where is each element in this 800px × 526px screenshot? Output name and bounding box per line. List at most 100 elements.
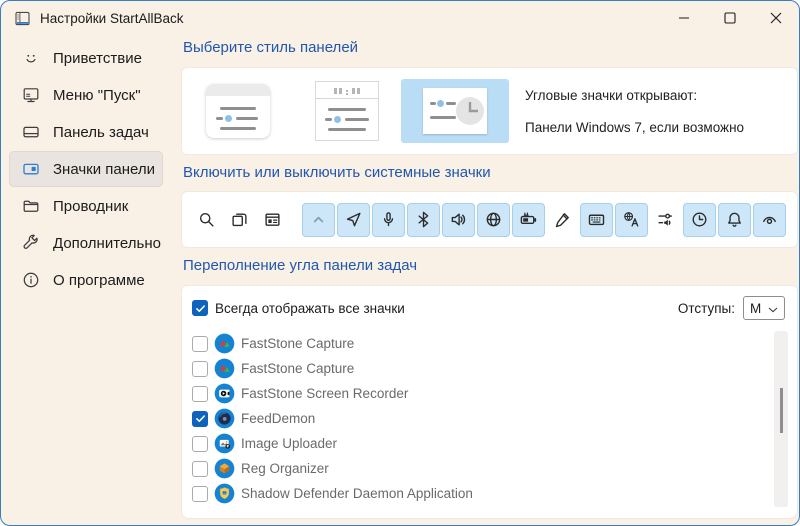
close-button[interactable] xyxy=(753,1,799,35)
corner-icons-value: Панели Windows 7, если возможно xyxy=(525,119,745,135)
info-icon xyxy=(22,271,40,289)
app-label: Image Uploader xyxy=(241,436,338,451)
main-content: Выберите стиль панелей Угловые значки от… xyxy=(171,35,799,525)
wrench-icon xyxy=(22,234,40,252)
style-option-classic[interactable] xyxy=(315,81,379,141)
tray-toggle-keyboard-icon[interactable] xyxy=(580,202,613,237)
style-options xyxy=(182,79,509,143)
bluetooth-icon xyxy=(415,211,432,228)
reg-organizer-icon xyxy=(214,458,235,479)
spacing-select[interactable]: M xyxy=(743,296,785,320)
app-label: FeedDemon xyxy=(241,411,316,426)
sidebar: Приветствие Меню "Пуск" Панель задач Значки… xyxy=(1,35,171,525)
app-label: FastStone Capture xyxy=(241,361,355,376)
style-panel: Угловые значки открывают: Панели Windows… xyxy=(181,67,798,155)
tray-toggle-microphone-icon[interactable] xyxy=(372,202,405,237)
app-list-scrollbar[interactable] xyxy=(774,331,788,507)
tray-icons-icon xyxy=(22,160,40,178)
style-option-rounded[interactable] xyxy=(206,84,270,138)
location-icon xyxy=(345,211,362,228)
corner-icons-label: Угловые значки открывают: xyxy=(525,87,698,103)
sidebar-item-tray-icons[interactable]: Значки панели xyxy=(9,151,163,187)
tray-toggle-clock-icon[interactable] xyxy=(683,202,716,237)
sidebar-item-welcome[interactable]: Приветствие xyxy=(9,40,163,76)
tray-toggle-search-icon[interactable] xyxy=(191,204,221,236)
sidebar-item-label: Дополнительно xyxy=(53,234,161,252)
app-checkbox[interactable] xyxy=(192,435,208,452)
chevron-down-icon xyxy=(768,301,778,316)
tray-toggle-chevron-up-icon[interactable] xyxy=(302,202,335,237)
always-show-all-icons-checkbox[interactable]: Всегда отображать все значки xyxy=(192,300,405,316)
widgets-icon xyxy=(264,211,281,228)
system-icons-row xyxy=(181,191,798,248)
tray-toggle-battery-charging-icon[interactable] xyxy=(512,202,545,237)
tray-toggle-bluetooth-icon[interactable] xyxy=(407,202,440,237)
smiley-icon xyxy=(22,49,40,67)
tray-toggle-volume-mixer-icon[interactable] xyxy=(650,204,680,236)
tray-toggle-task-view-icon[interactable] xyxy=(224,204,254,236)
battery-charging-icon xyxy=(520,211,537,228)
sidebar-item-about[interactable]: О программе xyxy=(9,262,163,298)
tray-toggle-location-icon[interactable] xyxy=(337,202,370,237)
system-icons-heading: Включить или выключить системные значки xyxy=(183,164,491,181)
app-row: FastStone Screen Recorder xyxy=(192,381,785,406)
chevron-up-icon xyxy=(310,211,327,228)
app-row: FastStone Capture xyxy=(192,331,785,356)
tray-toggle-network-globe-icon[interactable] xyxy=(477,202,510,237)
sidebar-item-label: Меню "Пуск" xyxy=(53,86,141,104)
taskbar-icon xyxy=(22,123,40,141)
feeddemon-icon xyxy=(214,408,235,429)
app-checkbox[interactable] xyxy=(192,335,208,352)
style-option-win7-selected[interactable] xyxy=(401,79,509,143)
clock-icon xyxy=(691,211,708,228)
sidebar-item-start-menu[interactable]: Меню "Пуск" xyxy=(9,77,163,113)
window-title: Настройки StartAllBack xyxy=(40,10,184,26)
app-label: FastStone Screen Recorder xyxy=(241,386,409,401)
overflow-panel: Всегда отображать все значки Отступы: M … xyxy=(181,285,798,519)
sidebar-item-explorer[interactable]: Проводник xyxy=(9,188,163,224)
faststone-capture-icon xyxy=(214,333,235,354)
app-label: Shadow Defender Daemon Application xyxy=(241,486,473,501)
style-section-heading: Выберите стиль панелей xyxy=(183,39,359,56)
faststone-capture-icon xyxy=(214,358,235,379)
app-checkbox[interactable] xyxy=(192,485,208,502)
tray-toggle-notifications-bell-icon[interactable] xyxy=(718,202,751,237)
always-show-label: Всегда отображать все значки xyxy=(215,300,405,316)
spacing-value: M xyxy=(750,300,762,316)
app-checkbox[interactable] xyxy=(192,385,208,402)
sidebar-item-label: Приветствие xyxy=(53,49,142,67)
tray-toggle-widgets-icon[interactable] xyxy=(257,204,287,236)
tray-toggle-volume-icon[interactable] xyxy=(442,202,475,237)
tray-toggle-show-hidden-eye-icon[interactable] xyxy=(753,202,786,237)
minimize-button[interactable] xyxy=(661,1,707,35)
sidebar-item-advanced[interactable]: Дополнительно xyxy=(9,225,163,261)
app-checkbox[interactable] xyxy=(192,460,208,477)
pen-icon xyxy=(554,211,571,228)
clock-preview-icon xyxy=(455,96,485,131)
checkbox-checked-icon xyxy=(192,300,208,316)
sidebar-item-label: О программе xyxy=(53,271,145,289)
network-globe-icon xyxy=(485,211,502,228)
tray-toggle-language-icon[interactable] xyxy=(615,202,648,237)
sidebar-item-taskbar[interactable]: Панель задач xyxy=(9,114,163,150)
app-label: FastStone Capture xyxy=(241,336,355,351)
app-row: FastStone Capture xyxy=(192,356,785,381)
app-row: Reg Organizer xyxy=(192,456,785,481)
app-checkbox[interactable] xyxy=(192,360,208,377)
app-row: Shadow Defender Daemon Application xyxy=(192,481,785,506)
sidebar-item-label: Проводник xyxy=(53,197,129,215)
app-row: Image Uploader xyxy=(192,431,785,456)
scrollbar-thumb[interactable] xyxy=(779,388,783,433)
keyboard-icon xyxy=(588,211,605,228)
show-hidden-eye-icon xyxy=(761,211,778,228)
search-icon xyxy=(198,211,215,228)
app-checkbox[interactable] xyxy=(192,410,208,427)
app-list: FastStone Capture FastStone Capture FastSt… xyxy=(192,331,785,506)
window-controls xyxy=(661,1,799,35)
titlebar: Настройки StartAllBack xyxy=(1,1,799,35)
folder-icon xyxy=(22,197,40,215)
sidebar-item-label: Панель задач xyxy=(53,123,149,141)
corner-icons-text: Угловые значки открывают: Панели Windows… xyxy=(525,88,744,135)
maximize-button[interactable] xyxy=(707,1,753,35)
tray-toggle-pen-icon[interactable] xyxy=(547,204,577,236)
